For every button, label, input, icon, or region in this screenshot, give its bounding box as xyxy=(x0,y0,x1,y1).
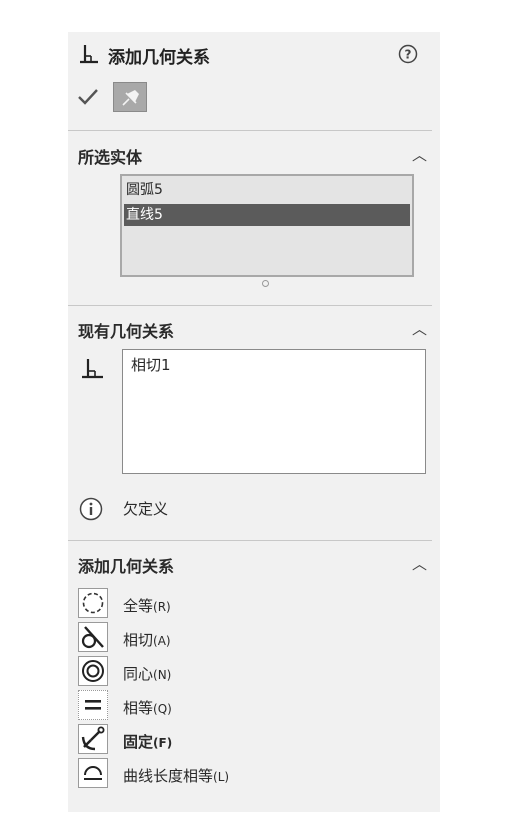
list-item-selected[interactable]: 直线5 xyxy=(124,204,410,226)
help-button[interactable]: ? xyxy=(398,44,418,64)
perpendicular-constraint-icon xyxy=(80,356,106,380)
existing-relations-list[interactable]: 相切1 xyxy=(122,349,426,474)
resize-handle[interactable] xyxy=(262,280,269,287)
section-divider xyxy=(68,540,432,541)
collapse-existing-relations-chevron-icon[interactable]: ︿ xyxy=(412,318,427,339)
checkmark-icon xyxy=(78,89,98,105)
info-circle-icon xyxy=(79,497,103,521)
relation-equal-curve-length-button[interactable]: 曲线长度相等(L) xyxy=(78,758,378,790)
relation-equal-button[interactable]: 相等(Q) xyxy=(78,690,378,722)
concentric-circles-icon xyxy=(78,656,108,686)
relation-concentric-button[interactable]: 同心(N) xyxy=(78,656,378,688)
equal-sign-icon xyxy=(78,690,108,720)
selected-entities-listbox[interactable]: 圆弧5 直线5 xyxy=(120,174,414,277)
list-item[interactable]: 相切1 xyxy=(131,354,171,375)
section-heading-selected-entities: 所选实体 xyxy=(78,148,143,167)
keep-visible-button[interactable] xyxy=(113,82,147,112)
collapse-add-relations-chevron-icon[interactable]: ︿ xyxy=(412,553,427,574)
section-heading-existing-relations: 现有几何关系 xyxy=(78,322,175,341)
section-heading-add-relations: 添加几何关系 xyxy=(78,557,175,576)
anchor-fix-icon xyxy=(78,724,108,754)
relation-coradial-button[interactable]: 全等(R) xyxy=(78,588,378,620)
arc-length-icon xyxy=(78,758,108,788)
tangent-icon xyxy=(78,622,108,652)
dashed-circle-icon xyxy=(78,588,108,618)
question-circle-icon: ? xyxy=(398,44,418,64)
relation-tangent-button[interactable]: 相切(A) xyxy=(78,622,378,654)
section-divider xyxy=(68,305,432,306)
section-divider xyxy=(68,130,432,131)
pushpin-icon xyxy=(122,90,139,106)
collapse-selected-entities-chevron-icon[interactable]: ︿ xyxy=(412,144,427,165)
ok-button[interactable] xyxy=(76,86,100,108)
status-text: 欠定义 xyxy=(123,500,169,518)
page-title: 添加几何关系 xyxy=(108,48,210,68)
list-item[interactable]: 圆弧5 xyxy=(124,179,410,201)
relation-fix-button[interactable]: 固定(F) xyxy=(78,724,378,756)
svg-text:?: ? xyxy=(405,48,412,62)
perpendicular-constraint-icon xyxy=(78,42,100,64)
